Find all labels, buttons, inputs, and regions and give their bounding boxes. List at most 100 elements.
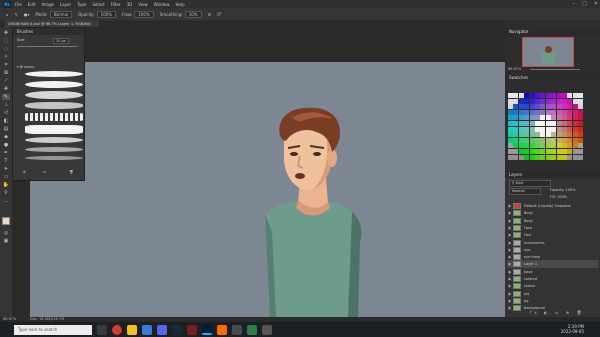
color-swatch[interactable] (551, 137, 557, 143)
color-swatch[interactable] (545, 126, 551, 132)
color-swatch[interactable] (578, 126, 584, 132)
brush-size-slider[interactable] (17, 46, 77, 47)
color-swatch[interactable] (572, 109, 578, 115)
color-swatch[interactable] (513, 98, 519, 104)
brush-preset-2[interactable] (25, 81, 83, 88)
color-swatch[interactable] (567, 137, 573, 143)
brush-preset-1[interactable] (25, 71, 83, 77)
color-swatch[interactable] (508, 132, 513, 138)
menu-edit[interactable]: Edit (28, 2, 36, 7)
color-swatch[interactable] (545, 154, 551, 160)
close-button[interactable]: ✕ (594, 1, 598, 7)
quick-mask-icon[interactable]: ◎ (2, 230, 10, 236)
color-swatch[interactable] (578, 109, 584, 115)
color-swatch[interactable] (508, 149, 513, 154)
photoshop-logo[interactable]: Ps (3, 0, 11, 8)
color-swatch[interactable] (513, 143, 519, 149)
color-swatch[interactable] (508, 93, 513, 98)
color-swatch[interactable] (540, 137, 546, 143)
color-swatch[interactable] (524, 137, 530, 143)
color-swatch[interactable] (518, 154, 524, 160)
color-swatch[interactable] (567, 126, 573, 132)
color-swatch[interactable] (567, 98, 573, 104)
color-swatch[interactable] (518, 104, 524, 110)
foreground-color-swatch[interactable] (2, 217, 10, 225)
status-zoom[interactable]: 66.67% (3, 317, 16, 321)
brush-preset-8[interactable] (25, 147, 83, 152)
quick-select-tool-icon[interactable]: ✧ (2, 54, 10, 60)
shape-tool-icon[interactable]: ▭ (2, 174, 10, 180)
brush-size-input[interactable]: 20 px (53, 38, 69, 44)
color-swatch[interactable] (508, 126, 513, 132)
color-swatch[interactable] (535, 93, 540, 98)
color-swatch[interactable] (578, 98, 584, 104)
color-swatch[interactable] (562, 121, 567, 126)
color-swatch[interactable] (578, 104, 584, 110)
color-swatch[interactable] (535, 143, 540, 149)
color-swatch[interactable] (529, 93, 535, 98)
color-swatch[interactable] (567, 109, 573, 115)
menu-layer[interactable]: Layer (60, 2, 71, 7)
color-swatch[interactable] (572, 93, 578, 98)
menu-view[interactable]: View (138, 2, 148, 7)
color-swatch[interactable] (545, 93, 551, 98)
menu-help[interactable]: Help (175, 2, 184, 7)
color-swatch[interactable] (562, 98, 567, 104)
color-swatch[interactable] (572, 137, 578, 143)
color-swatch[interactable] (572, 104, 578, 110)
color-swatch[interactable] (545, 115, 551, 121)
brush-tool-icon[interactable]: ✎ (15, 12, 18, 17)
color-swatch[interactable] (551, 154, 557, 160)
color-swatch[interactable] (518, 126, 524, 132)
opacity-input[interactable]: 100% (96, 10, 117, 18)
smoothing-input[interactable]: 10% (184, 10, 202, 18)
blur-tool-icon[interactable]: ◆ (2, 134, 10, 140)
color-swatch[interactable] (535, 126, 540, 132)
layers-panel-footer-icons[interactable]: fx ◐ ▭ ⊕ 🗑 (530, 310, 585, 315)
media-app-icon[interactable] (187, 324, 197, 335)
document-tab[interactable]: CHAIN MAN 4.psd @ 66.7% (Layer 1, RGB/8#… (5, 20, 99, 27)
steam-icon[interactable] (172, 324, 182, 335)
edge-icon[interactable] (142, 324, 152, 335)
maximize-button[interactable]: □ (582, 1, 587, 7)
color-swatch[interactable] (578, 154, 584, 160)
color-swatch[interactable] (545, 104, 551, 110)
menu-image[interactable]: Image (41, 2, 54, 7)
color-swatch[interactable] (572, 115, 578, 121)
eye-icon[interactable]: ◉ (508, 304, 511, 312)
color-swatch[interactable] (529, 154, 535, 160)
color-swatch[interactable] (540, 98, 546, 104)
type-tool-icon[interactable]: T (2, 158, 10, 164)
mode-select[interactable]: Normal (49, 10, 73, 18)
color-swatch[interactable] (535, 115, 540, 121)
color-swatch[interactable] (524, 126, 530, 132)
color-swatch[interactable] (529, 115, 535, 121)
color-swatch[interactable] (556, 109, 562, 115)
brush-preset-9[interactable] (25, 156, 83, 160)
color-swatch[interactable] (578, 115, 584, 121)
color-swatch[interactable] (524, 132, 530, 138)
brushes-panel-title[interactable]: Brushes (13, 28, 84, 35)
color-swatch[interactable] (567, 149, 573, 154)
color-swatch[interactable] (513, 154, 519, 160)
color-swatch[interactable] (540, 104, 546, 110)
color-swatch[interactable] (545, 109, 551, 115)
brush-preset-4[interactable] (25, 102, 83, 109)
color-swatch[interactable] (524, 98, 530, 104)
color-swatch[interactable] (508, 137, 513, 143)
color-swatch[interactable] (529, 126, 535, 132)
color-swatch[interactable] (513, 126, 519, 132)
flow-input[interactable]: 100% (134, 10, 154, 18)
color-swatch[interactable] (578, 121, 584, 126)
marquee-tool-icon[interactable]: ⬚ (2, 38, 10, 44)
taskbar-search-input[interactable]: Type here to search (14, 324, 92, 335)
color-swatch[interactable] (524, 143, 530, 149)
layer-opacity-input[interactable]: 100% (566, 188, 576, 192)
color-swatch[interactable] (562, 109, 567, 115)
clone-stamp-tool-icon[interactable]: ⊥ (2, 102, 10, 108)
color-swatch[interactable] (513, 137, 519, 143)
swatches-grid[interactable] (508, 93, 584, 161)
layer-blend-mode-select[interactable]: Normal (509, 188, 541, 195)
color-swatch[interactable] (578, 93, 584, 98)
color-swatch[interactable] (551, 132, 557, 138)
